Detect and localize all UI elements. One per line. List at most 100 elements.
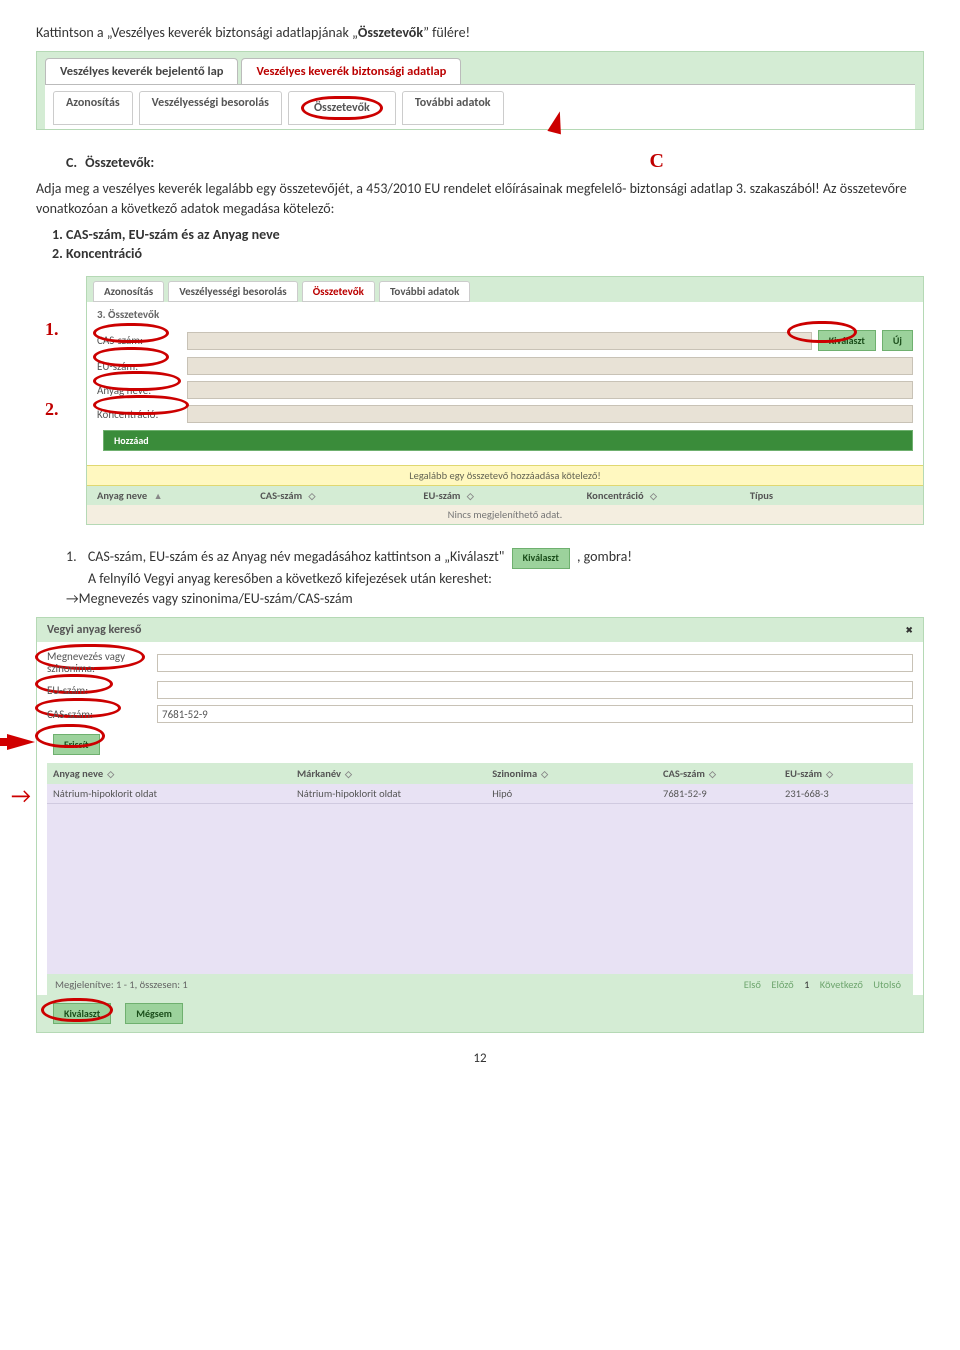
table-row[interactable]: Nátrium-hipoklorit oldat Nátrium-hipoklo… bbox=[47, 784, 913, 804]
nav-next[interactable]: Következő bbox=[820, 978, 863, 991]
instr1-post: , gombra! bbox=[577, 548, 632, 565]
row-konc: Koncentráció: bbox=[87, 402, 923, 426]
uj-button[interactable]: Új bbox=[882, 330, 913, 351]
label-eu: EU-szám: bbox=[97, 360, 187, 373]
subtab-veszelyessegi[interactable]: Veszélyességi besorolás bbox=[139, 91, 282, 125]
intro-text: Kattintson a „Veszélyes keverék biztonsá… bbox=[36, 24, 924, 41]
label-cas: CAS-szám: bbox=[97, 334, 187, 347]
frissit-button[interactable]: Frissít bbox=[53, 734, 100, 755]
row-megnevezes: Megnevezés vagy szinonima: bbox=[47, 648, 913, 678]
cell-eu: 231-668-3 bbox=[785, 787, 907, 800]
no-data-row: Nincs megjeleníthető adat. bbox=[87, 505, 923, 524]
main-tab-row: Veszélyes keverék bejelentő lap Veszélye… bbox=[45, 58, 915, 84]
hozzaad-button[interactable]: Hozzáad bbox=[103, 430, 913, 451]
row-eu-search: EU-szám: bbox=[47, 678, 913, 702]
hdr-cas[interactable]: CAS-szám ◇ bbox=[260, 489, 423, 502]
nav-prev[interactable]: Előző bbox=[771, 978, 793, 991]
input-cas[interactable] bbox=[187, 332, 812, 350]
form-screenshot: 1. 2. Azonosítás Veszélyességi besorolás… bbox=[86, 276, 924, 525]
ss2-section-title: 3. Összetevők bbox=[87, 302, 923, 327]
frissit-row: Frissít bbox=[47, 734, 913, 755]
nav-page: 1 bbox=[804, 978, 809, 991]
sort-icon: ◇ bbox=[541, 769, 548, 780]
subtab-azonositas[interactable]: Azonosítás bbox=[53, 91, 133, 125]
footer-kivalaszt-button[interactable]: Kiválaszt bbox=[53, 1003, 111, 1024]
footer-megsem-button[interactable]: Mégsem bbox=[125, 1003, 183, 1024]
osszetevok-highlight-circle: Összetevők bbox=[301, 96, 383, 120]
hdr-anyag[interactable]: Anyag neve ▲ bbox=[97, 489, 260, 502]
input-konc[interactable] bbox=[187, 405, 913, 423]
page-number: 12 bbox=[36, 1051, 924, 1066]
row-anyag: Anyag neve: bbox=[87, 378, 923, 402]
red-arrow-icon bbox=[7, 734, 35, 750]
th-cas[interactable]: CAS-szám◇ bbox=[663, 767, 785, 780]
sub-tab-row: Azonosítás Veszélyességi besorolás Össze… bbox=[45, 84, 915, 129]
tab-biztonsagi-adatlap[interactable]: Veszélyes keverék biztonsági adatlap bbox=[241, 58, 461, 84]
annotation-1: 1. bbox=[45, 319, 59, 340]
tabs-panel-screenshot: Veszélyes keverék bejelentő lap Veszélye… bbox=[36, 51, 924, 130]
instr1-num: 1. bbox=[66, 548, 77, 565]
result-table-body: Nátrium-hipoklorit oldat Nátrium-hipoklo… bbox=[47, 784, 913, 974]
label-cas-search: CAS-szám: bbox=[47, 708, 157, 721]
subtab-tovabbi[interactable]: További adatok bbox=[402, 91, 504, 125]
instr1-line3: →Megnevezés vagy szinonima/EU-szám/CAS-s… bbox=[66, 590, 353, 607]
kivalaszt-button[interactable]: Kiválaszt bbox=[818, 330, 876, 351]
ss2-tab-tovabbi[interactable]: További adatok bbox=[379, 281, 470, 302]
label-anyag: Anyag neve: bbox=[97, 384, 187, 397]
dialog-body: Megnevezés vagy szinonima: EU-szám: CAS-… bbox=[37, 642, 923, 995]
input-cas-search[interactable]: 7681-52-9 bbox=[157, 705, 913, 723]
th-anyag[interactable]: Anyag neve◇ bbox=[53, 767, 297, 780]
instr1-line2c: a következő kifejezések után kereshet: bbox=[273, 570, 492, 587]
tab-bejelento-lap[interactable]: Veszélyes keverék bejelentő lap bbox=[45, 58, 238, 84]
hdr-konc[interactable]: Koncentráció ◇ bbox=[587, 489, 750, 502]
th-szinonima[interactable]: Szinonima◇ bbox=[492, 767, 663, 780]
sort-icon: ◇ bbox=[709, 769, 716, 780]
result-table-header: Anyag neve◇ Márkanév◇ Szinonima◇ CAS-szá… bbox=[47, 763, 913, 784]
input-anyag[interactable] bbox=[187, 381, 913, 399]
sort-icon: ◇ bbox=[107, 769, 114, 780]
instruction-1: 1. CAS-szám, EU-szám és az Anyag név meg… bbox=[66, 547, 924, 609]
subtab-osszetevok[interactable]: Összetevők bbox=[288, 91, 396, 125]
input-eu-search[interactable] bbox=[157, 681, 913, 699]
intro-emph: Összetevők bbox=[358, 24, 423, 41]
hdr-tipus[interactable]: Típus bbox=[750, 489, 913, 502]
search-dialog: Vegyi anyag kereső ✖ Megnevezés vagy szi… bbox=[36, 617, 924, 1033]
instr1-line2b: Vegyi anyag keresőben bbox=[144, 570, 273, 587]
intro-pre: Kattintson a „Veszélyes keverék biztonsá… bbox=[36, 24, 358, 41]
annotation-c-icon: C bbox=[650, 150, 664, 173]
inline-kivalaszt-button[interactable]: Kiválaszt bbox=[512, 548, 570, 569]
sort-icon: ◇ bbox=[467, 491, 474, 502]
required-fields-list: CAS-szám, EU-szám és az Anyag neve Konce… bbox=[66, 226, 924, 262]
nav-last[interactable]: Utolsó bbox=[873, 978, 901, 991]
label-konc: Koncentráció: bbox=[97, 408, 187, 421]
list-item-2: Koncentráció bbox=[66, 245, 924, 262]
row-cas-search: CAS-szám: 7681-52-9 bbox=[47, 702, 913, 726]
ss2-tab-osszetevok[interactable]: Összetevők bbox=[302, 281, 375, 302]
th-markanev[interactable]: Márkanév◇ bbox=[297, 767, 492, 780]
row-cas: CAS-szám: Kiválaszt Új bbox=[87, 327, 923, 354]
dialog-titlebar: Vegyi anyag kereső ✖ bbox=[37, 618, 923, 642]
row-eu: EU-szám: bbox=[87, 354, 923, 378]
th-eu[interactable]: EU-szám◇ bbox=[785, 767, 907, 780]
label-eu-search: EU-szám: bbox=[47, 684, 157, 697]
cell-cas: 7681-52-9 bbox=[663, 787, 785, 800]
instr1-kiv: Kiválaszt bbox=[450, 548, 499, 565]
dialog-footer: Kiválaszt Mégsem bbox=[37, 995, 923, 1032]
input-eu[interactable] bbox=[187, 357, 913, 375]
ss2-tab-azonositas[interactable]: Azonosítás bbox=[93, 281, 164, 302]
hdr-eu[interactable]: EU-szám ◇ bbox=[423, 489, 586, 502]
close-icon[interactable]: ✖ bbox=[906, 623, 913, 637]
table-header-row: Anyag neve ▲ CAS-szám ◇ EU-szám ◇ Koncen… bbox=[87, 486, 923, 505]
nav-first[interactable]: Első bbox=[744, 978, 761, 991]
cell-anyag: Nátrium-hipoklorit oldat bbox=[53, 787, 297, 800]
list-item-1: CAS-szám, EU-szám és az Anyag neve bbox=[66, 226, 924, 243]
sort-icon: ▲ bbox=[154, 491, 163, 502]
cell-markanev: Nátrium-hipoklorit oldat bbox=[297, 787, 492, 800]
input-megnevezes[interactable] bbox=[157, 654, 913, 672]
footer-count: Megjelenítve: 1 - 1, összesen: 1 bbox=[55, 978, 188, 991]
dialog-title: Vegyi anyag kereső bbox=[47, 623, 141, 637]
cell-szinonima: Hipó bbox=[492, 787, 663, 800]
ss2-tab-row: Azonosítás Veszélyességi besorolás Össze… bbox=[87, 277, 923, 302]
ss2-tab-veszelyessegi[interactable]: Veszélyességi besorolás bbox=[168, 281, 298, 302]
pagination: Első Előző 1 Következő Utolsó bbox=[740, 978, 905, 991]
